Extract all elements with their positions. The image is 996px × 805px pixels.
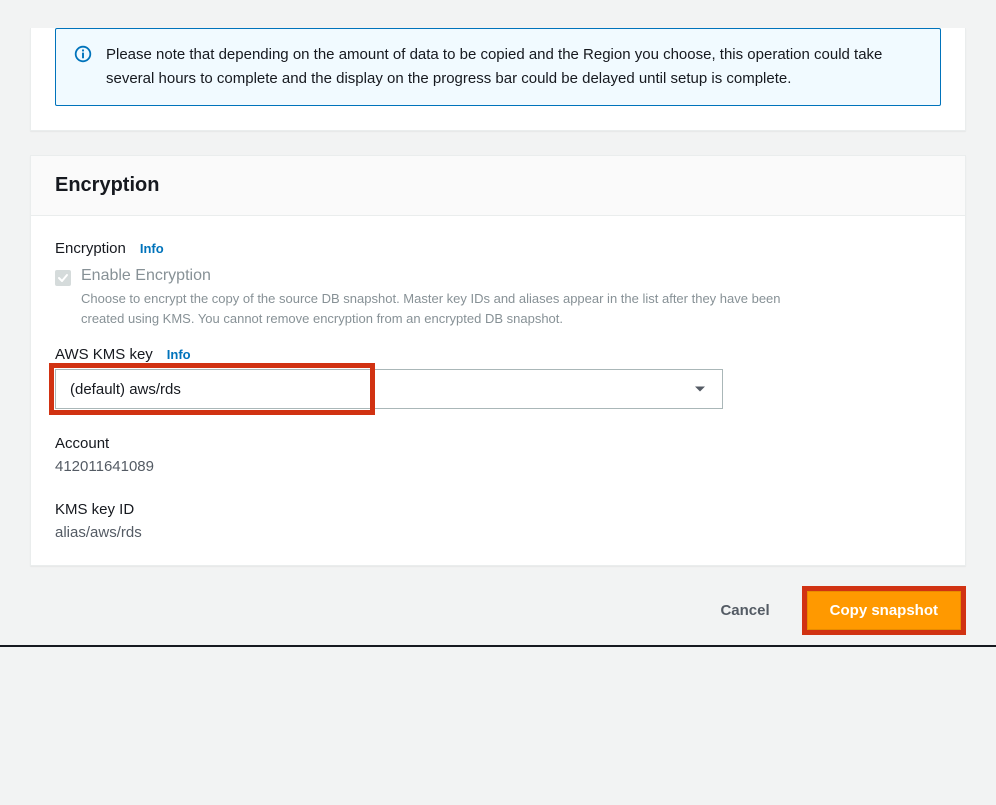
enable-encryption-checkbox	[55, 270, 71, 286]
encryption-header: Encryption	[31, 156, 965, 216]
copy-snapshot-highlight: Copy snapshot	[802, 586, 966, 635]
account-label: Account	[55, 435, 941, 452]
kms-key-selected-value: (default) aws/rds	[70, 381, 181, 398]
info-alert-text: Please note that depending on the amount…	[106, 43, 922, 91]
cancel-button[interactable]: Cancel	[706, 592, 783, 629]
chevron-down-icon	[694, 381, 706, 398]
kms-key-id-block: KMS key ID alias/aws/rds	[55, 501, 941, 541]
encryption-info-link[interactable]: Info	[140, 241, 164, 256]
enable-encryption-desc: Choose to encrypt the copy of the source…	[81, 289, 801, 328]
account-block: Account 412011641089	[55, 435, 941, 475]
enable-encryption-checkbox-block: Enable Encryption Choose to encrypt the …	[55, 267, 941, 328]
footer: Cancel Copy snapshot	[0, 566, 996, 645]
encryption-field-row: Encryption Info	[55, 240, 941, 257]
kms-key-info-link[interactable]: Info	[167, 347, 191, 362]
kms-key-select-wrap: (default) aws/rds	[55, 369, 723, 409]
info-icon	[74, 45, 92, 66]
account-value: 412011641089	[55, 458, 941, 475]
bottom-divider	[0, 645, 996, 647]
encryption-field-label: Encryption	[55, 240, 126, 257]
enable-encryption-text: Enable Encryption Choose to encrypt the …	[81, 267, 801, 328]
encryption-body: Encryption Info Enable Encryption Choose…	[31, 216, 965, 565]
kms-key-id-label: KMS key ID	[55, 501, 941, 518]
kms-key-select[interactable]: (default) aws/rds	[55, 369, 723, 409]
kms-key-row: AWS KMS key Info (default) aws/rds	[55, 346, 941, 409]
encryption-panel: Encryption Encryption Info Enable Encryp…	[30, 155, 966, 566]
copy-snapshot-button[interactable]: Copy snapshot	[807, 591, 961, 630]
info-panel: Please note that depending on the amount…	[30, 28, 966, 131]
info-alert: Please note that depending on the amount…	[55, 28, 941, 106]
kms-key-id-value: alias/aws/rds	[55, 524, 941, 541]
page-root: Please note that depending on the amount…	[0, 28, 996, 805]
enable-encryption-title: Enable Encryption	[81, 267, 801, 285]
encryption-title: Encryption	[55, 174, 941, 197]
kms-key-label: AWS KMS key	[55, 346, 153, 363]
